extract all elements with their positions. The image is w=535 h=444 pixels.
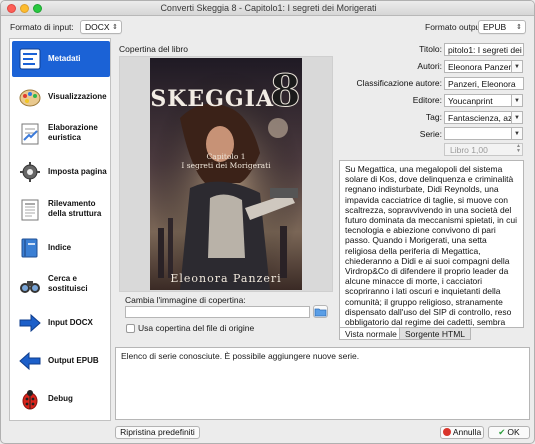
cover-author: Eleonora Panzeri: [170, 272, 282, 285]
sidebar-item-imposta-pagina[interactable]: Imposta pagina: [12, 154, 110, 190]
cover-section-title: Copertina del libro: [119, 44, 188, 54]
input-format-select[interactable]: DOCX ⇕: [80, 20, 122, 34]
cover-subtitle: Capitolo 1 I segreti dei Morigerati: [150, 152, 302, 170]
spin-arrows-icon: ▲ ▼: [516, 143, 521, 154]
sidebar-item-label: Debug: [48, 394, 73, 403]
sidebar-item-label: Cerca e sostituisci: [48, 274, 88, 293]
sidebar-item-input-docx[interactable]: Input DOCX: [12, 305, 110, 341]
sidebar-item-label: Imposta pagina: [48, 167, 107, 176]
use-source-cover-checkbox[interactable]: [126, 324, 135, 333]
change-cover-label: Cambia l'immagine di copertina:: [125, 295, 246, 305]
chevron-down-icon: ▼: [514, 64, 520, 70]
heuristics-icon: [21, 123, 39, 145]
cover-title-word: SKEGGIA: [150, 86, 275, 112]
title-field[interactable]: pitolo1: I segreti dei Morigerati: [444, 43, 524, 56]
cover-subtitle-line2: I segreti dei Morigerati: [181, 161, 271, 170]
tags-field[interactable]: Fantascienza, azione, miste: [444, 111, 512, 124]
palette-icon: [19, 89, 41, 107]
series-label: Serie:: [419, 129, 442, 139]
tags-editor-button[interactable]: ▼: [512, 111, 523, 124]
sidebar-item-debug[interactable]: Debug: [12, 381, 110, 417]
cancel-icon: [442, 428, 451, 436]
structure-icon: [21, 199, 39, 221]
sidebar-item-label: Output EPUB: [48, 356, 99, 365]
chevron-updown-icon: ⇕: [516, 24, 522, 31]
sidebar-item-cerca-sostituisci[interactable]: Cerca e sostituisci: [12, 267, 110, 303]
sidebar-item-metadati[interactable]: Metadati: [12, 41, 110, 77]
arrow-left-icon: [19, 351, 41, 371]
publisher-label-wrap: Editore:: [335, 95, 442, 106]
cover-image: SKEGGIA8 Capitolo 1 I segreti dei Morige…: [150, 58, 302, 290]
authors-label-wrap: Autori:: [335, 61, 442, 72]
ladybug-icon: [22, 390, 38, 410]
ok-button-label: OK: [507, 427, 520, 437]
cancel-button-label: Annulla: [452, 427, 482, 437]
title-label-wrap: Titolo:: [335, 44, 442, 55]
reset-defaults-button[interactable]: Ripristina predefiniti: [115, 426, 200, 439]
tags-label: Tag:: [425, 112, 442, 122]
sidebar-item-label: Visualizzazione: [48, 92, 107, 101]
checkmark-icon: ✔: [498, 427, 506, 437]
chevron-down-icon: ▼: [514, 115, 520, 121]
series-index-spinbox[interactable]: Libro 1,00 ▲ ▼: [444, 143, 523, 156]
conversion-dialog: Converti Skeggia 8 - Capitolo1: I segret…: [0, 0, 535, 444]
sidebar-item-label: Elaborazione euristica: [48, 123, 98, 142]
input-format-value: DOCX: [85, 22, 110, 32]
folder-icon: [314, 308, 327, 317]
cover-title-number: 8: [270, 66, 302, 118]
authors-label: Autori:: [417, 61, 442, 71]
metadata-icon: [19, 48, 41, 70]
publisher-field[interactable]: Youcanprint: [444, 94, 512, 107]
cancel-button[interactable]: Annulla: [440, 426, 484, 439]
author-sort-field[interactable]: Panzeri, Eleonora: [444, 77, 524, 90]
author-sort-label: Classificazione autore:: [356, 78, 442, 88]
chevron-updown-icon: ⇕: [112, 24, 118, 31]
title-label: Titolo:: [419, 44, 442, 54]
tags-label-wrap: Tag:: [335, 112, 442, 123]
output-format-select[interactable]: EPUB ⇕: [478, 20, 526, 34]
publisher-dropdown-button[interactable]: ▼: [512, 94, 523, 107]
ok-button[interactable]: ✔ OK: [488, 426, 530, 439]
help-text-box: Elenco di serie conosciute. È possibile …: [115, 347, 530, 420]
sidebar-item-label: Metadati: [48, 54, 81, 63]
output-format-value: EPUB: [483, 22, 507, 32]
input-format-label: Formato di input:: [10, 22, 74, 32]
tab-sorgente-html[interactable]: Sorgente HTML: [399, 328, 471, 340]
page-setup-icon: [20, 162, 40, 182]
series-dropdown-button[interactable]: ▼: [512, 127, 523, 140]
sidebar-item-label: Input DOCX: [48, 318, 93, 327]
browse-cover-button[interactable]: [313, 305, 328, 318]
sidebar-item-label: Rilevamento della struttura: [48, 199, 102, 218]
sidebar-item-rilevamento-struttura[interactable]: Rilevamento della struttura: [12, 192, 110, 228]
cover-path-input[interactable]: [125, 306, 310, 318]
author-sort-label-wrap: Classificazione autore:: [335, 78, 442, 89]
use-source-cover-label: Usa copertina del file di origine: [138, 323, 255, 333]
sidebar-item-label: Indice: [48, 243, 72, 252]
chevron-down-icon: ▼: [514, 131, 520, 137]
series-field[interactable]: [444, 127, 512, 140]
sidebar-item-visualizzazione[interactable]: Visualizzazione: [12, 79, 110, 115]
authors-dropdown-button[interactable]: ▼: [512, 60, 523, 73]
sidebar-item-indice[interactable]: Indice: [12, 230, 110, 266]
chevron-down-icon: ▼: [514, 98, 520, 104]
window-title: Converti Skeggia 8 - Capitolo1: I segret…: [160, 3, 377, 13]
tab-vista-normale[interactable]: Vista normale: [339, 328, 403, 340]
cover-subtitle-line1: Capitolo 1: [206, 152, 246, 161]
series-label-wrap: Serie:: [335, 129, 442, 140]
description-editor[interactable]: Su Megattica, una megalopoli del sistema…: [339, 160, 524, 328]
index-book-icon: [21, 238, 38, 258]
cover-title-art: SKEGGIA8: [150, 66, 302, 118]
series-index-value: Libro 1,00: [450, 145, 488, 155]
output-format-label: Formato output: [425, 22, 483, 32]
publisher-label: Editore:: [412, 95, 442, 105]
sidebar-item-elaborazione-euristica[interactable]: Elaborazione euristica: [12, 116, 110, 152]
sidebar: Metadati Visualizzazione Elaborazione eu…: [9, 38, 111, 421]
title-bar: Converti Skeggia 8 - Capitolo1: I segret…: [1, 1, 534, 16]
binoculars-icon: [20, 281, 40, 293]
arrow-right-icon: [19, 313, 41, 333]
sidebar-item-output-epub[interactable]: Output EPUB: [12, 343, 110, 379]
authors-field[interactable]: Eleonora Panzeri: [444, 60, 512, 73]
